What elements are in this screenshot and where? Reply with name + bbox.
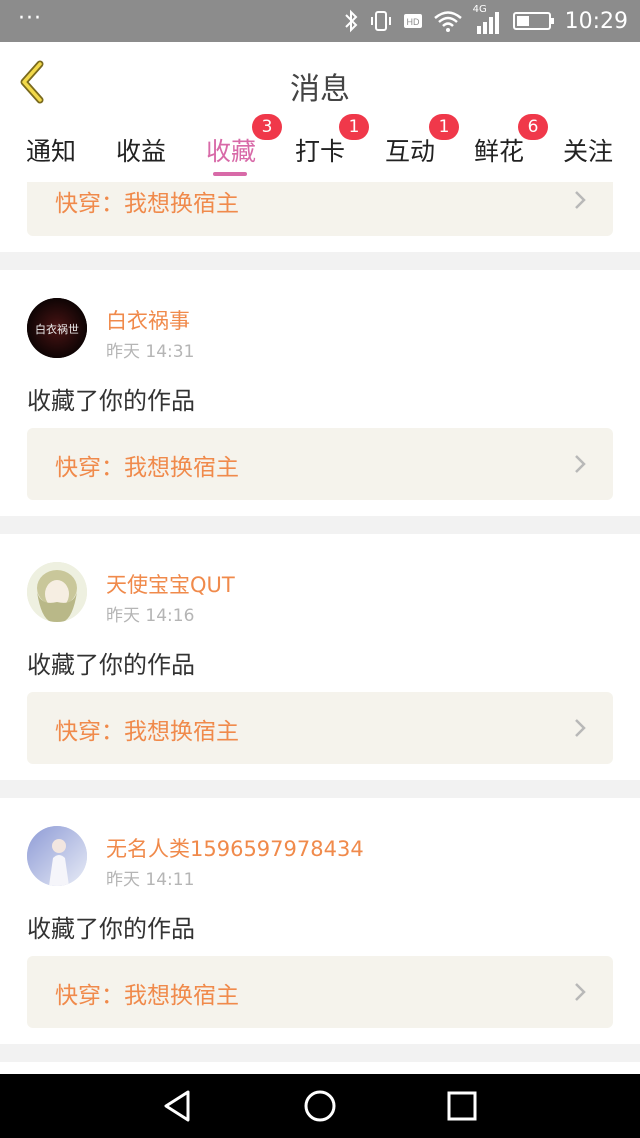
list-item: 快穿：我想换宿主: [0, 182, 640, 252]
tab-label: 互动: [385, 137, 436, 166]
active-tab-indicator: [213, 172, 247, 176]
notification-dots: ···: [18, 6, 42, 31]
unread-badge: 3: [252, 114, 282, 140]
unread-badge: 6: [518, 114, 548, 140]
tab-label: 鲜花: [474, 137, 525, 166]
work-title: 快穿：我想换宿主: [55, 983, 239, 1009]
tab-checkin[interactable]: 打卡 1: [295, 114, 369, 168]
username[interactable]: 天使宝宝QUT: [106, 569, 235, 599]
status-bar: ··· HD 4G 10:29: [0, 0, 640, 42]
unread-badge: 1: [339, 114, 369, 140]
work-link[interactable]: 快穿：我想换宿主: [27, 182, 613, 236]
signal-icon: 4G: [473, 4, 503, 36]
home-circle-icon[interactable]: [302, 1088, 338, 1124]
chevron-right-icon: [575, 983, 586, 1001]
unread-badge: 1: [429, 114, 459, 140]
tab-flowers[interactable]: 鲜花 6: [474, 114, 548, 168]
tab-label: 通知: [26, 137, 77, 166]
chevron-right-icon: [575, 719, 586, 737]
timestamp: 昨天 14:11: [106, 870, 195, 890]
action-text: 收藏了你的作品: [27, 651, 195, 679]
recents-square-icon[interactable]: [444, 1088, 480, 1124]
list-item: 无名人类1596597978434 昨天 14:11 收藏了你的作品 快穿：我想…: [0, 798, 640, 1044]
tab-label: 收藏: [206, 137, 257, 166]
wifi-icon: [433, 11, 462, 32]
system-nav-bar: [0, 1074, 640, 1138]
timestamp: 昨天 14:31: [106, 342, 195, 362]
page-title: 消息: [290, 72, 350, 107]
message-list[interactable]: 快穿：我想换宿主 白衣祸世 白衣祸事 昨天 14:31 收藏了你的作品 快穿：我…: [0, 182, 640, 1074]
avatar-text: 白衣祸世: [35, 322, 79, 336]
tab-interaction[interactable]: 互动 1: [385, 114, 459, 168]
avatar[interactable]: [27, 826, 87, 886]
tab-favorites[interactable]: 收藏 3: [206, 114, 282, 168]
tab-follow[interactable]: 关注: [563, 132, 613, 168]
list-item: 白衣祸世 白衣祸事 昨天 14:31 收藏了你的作品 快穿：我想换宿主: [0, 270, 640, 516]
bluetooth-icon: [344, 9, 358, 33]
work-title: 快穿：我想换宿主: [55, 719, 239, 745]
back-triangle-icon[interactable]: [160, 1088, 196, 1124]
username[interactable]: 无名人类1596597978434: [106, 833, 364, 863]
username[interactable]: 白衣祸事: [106, 305, 190, 335]
chevron-right-icon: [575, 455, 586, 473]
tab-label: 打卡: [295, 137, 346, 166]
tab-notify[interactable]: 通知: [26, 132, 76, 168]
svg-text:HD: HD: [406, 17, 419, 27]
avatar[interactable]: 白衣祸世: [27, 298, 87, 358]
tab-earnings[interactable]: 收益: [116, 132, 166, 168]
timestamp: 昨天 14:16: [106, 606, 195, 626]
battery-icon: [512, 12, 554, 30]
work-link[interactable]: 快穿：我想换宿主: [27, 428, 613, 500]
tab-label: 收益: [116, 137, 167, 166]
hd-icon: HD: [403, 14, 422, 28]
list-item: [0, 1062, 640, 1074]
tab-label: 关注: [563, 137, 614, 166]
avatar-image: [27, 562, 87, 622]
work-link[interactable]: 快穿：我想换宿主: [27, 692, 613, 764]
chevron-right-icon: [575, 191, 586, 209]
work-title: 快穿：我想换宿主: [55, 455, 239, 481]
avatar-image: 白衣祸世: [27, 298, 87, 358]
clock: 10:29: [564, 8, 628, 34]
action-text: 收藏了你的作品: [27, 915, 195, 943]
app-header: 消息: [0, 42, 640, 123]
list-item: 天使宝宝QUT 昨天 14:16 收藏了你的作品 快穿：我想换宿主: [0, 534, 640, 780]
vibrate-icon: [370, 11, 391, 31]
avatar[interactable]: [27, 562, 87, 622]
work-link[interactable]: 快穿：我想换宿主: [27, 956, 613, 1028]
action-text: 收藏了你的作品: [27, 387, 195, 415]
tab-bar: 通知 收益 收藏 3 打卡 1 互动 1 鲜花 6 关注: [0, 114, 640, 182]
work-title: 快穿：我想换宿主: [55, 191, 239, 217]
avatar-image: [27, 826, 87, 886]
